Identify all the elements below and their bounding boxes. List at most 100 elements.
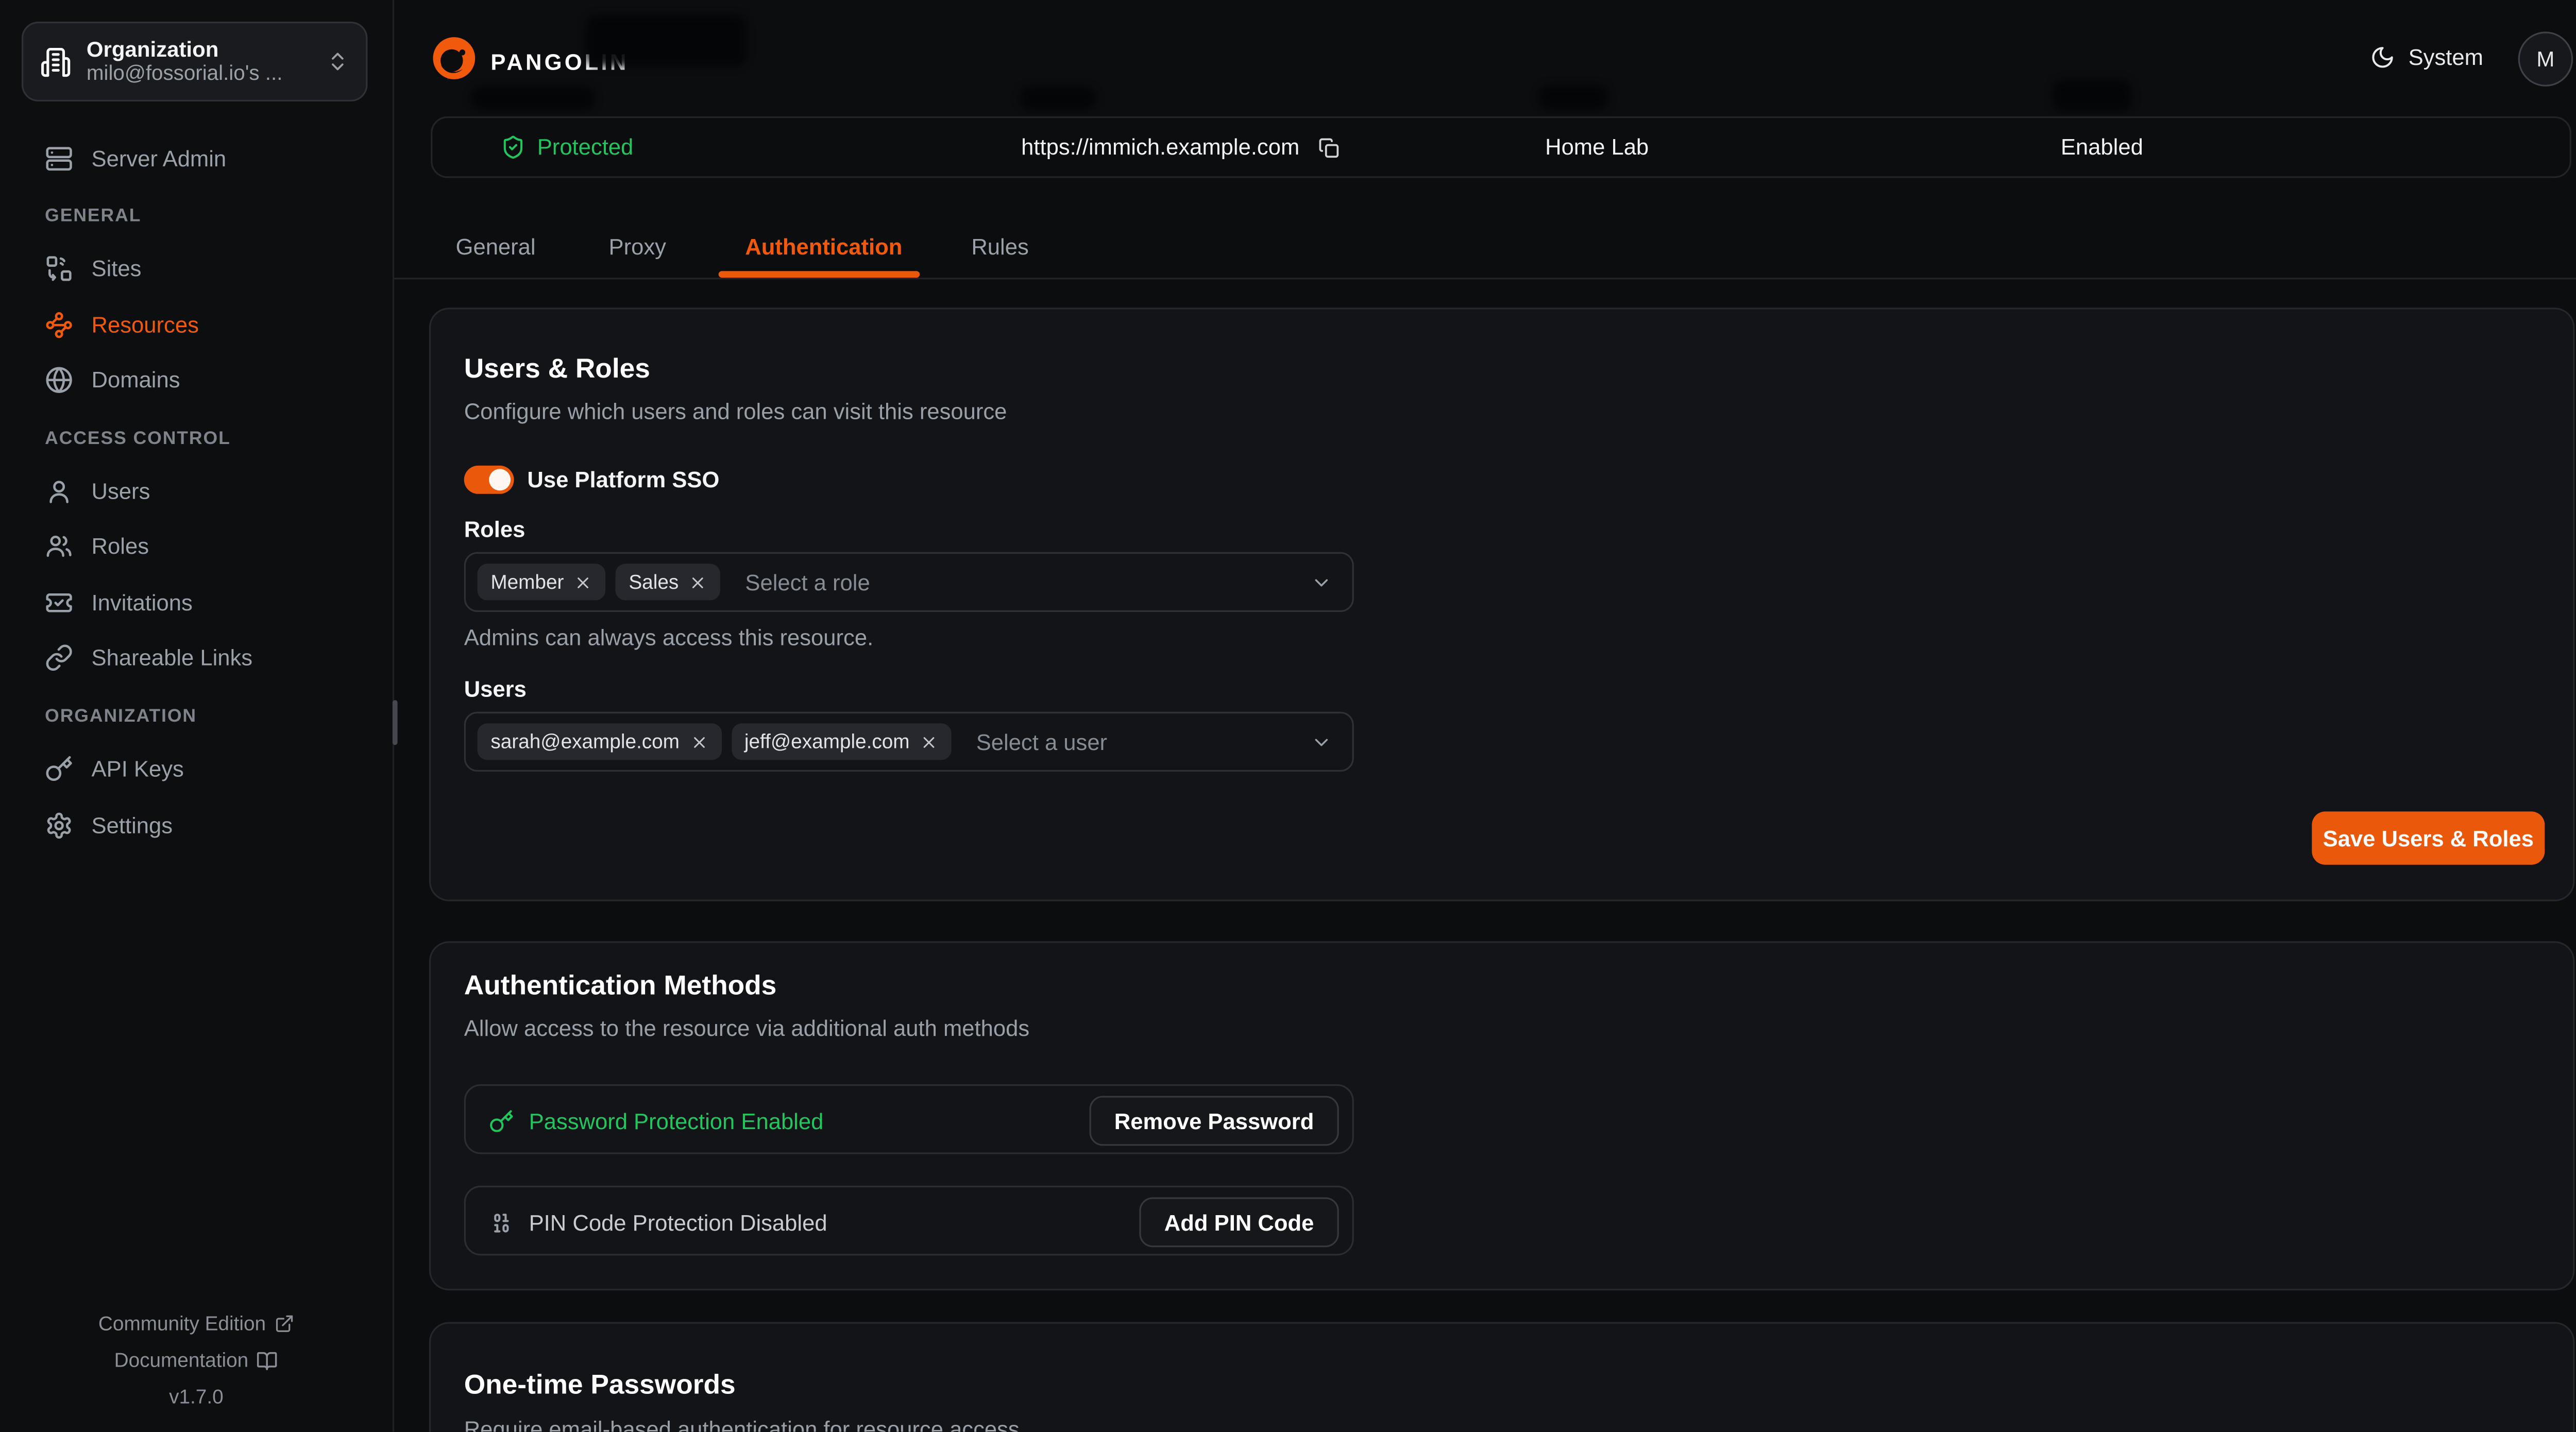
users-roles-card: Users & Roles Configure which users and … [429, 308, 2575, 901]
sidebar-item-server-admin[interactable]: Server Admin [22, 138, 372, 178]
sidebar-item-api-keys[interactable]: API Keys [22, 748, 372, 788]
remove-chip-icon[interactable] [689, 573, 707, 591]
password-protection-status: Password Protection Enabled [489, 1086, 823, 1156]
server-icon [45, 144, 73, 172]
copy-icon[interactable] [1318, 135, 1341, 159]
pin-code-row: PIN Code Protection Disabled Add PIN Cod… [464, 1186, 1354, 1256]
sidebar-item-roles[interactable]: Roles [22, 525, 372, 565]
pin-code-status: PIN Code Protection Disabled [489, 1187, 827, 1257]
version-label: v1.7.0 [0, 1385, 393, 1408]
remove-password-button[interactable]: Remove Password [1089, 1096, 1338, 1146]
redacted-resource-title [585, 15, 747, 66]
resource-url: https://immich.example.com [1021, 118, 1341, 176]
pangolin-logo-icon [429, 33, 479, 92]
user-chip: sarah@example.com [478, 723, 721, 760]
add-pin-code-button[interactable]: Add PIN Code [1139, 1197, 1338, 1247]
user-chip: jeff@example.com [731, 723, 951, 760]
sidebar-item-label: Domains [92, 367, 180, 391]
active-tab-indicator [719, 271, 920, 278]
ticket-check-icon [45, 588, 73, 616]
globe-icon [45, 365, 73, 394]
chevrons-up-down-icon [326, 50, 349, 73]
moon-icon [2370, 45, 2395, 70]
sidebar-item-label: Roles [92, 533, 149, 558]
platform-sso-label: Use Platform SSO [527, 467, 719, 492]
users-icon [45, 531, 73, 559]
building-icon [40, 46, 71, 77]
key-icon [45, 754, 73, 782]
password-protection-row: Password Protection Enabled Remove Passw… [464, 1084, 1354, 1154]
waypoints-icon [45, 310, 73, 338]
save-users-roles-button[interactable]: Save Users & Roles [2312, 811, 2545, 864]
book-open-icon [257, 1350, 278, 1371]
theme-toggle[interactable]: System [2370, 45, 2483, 70]
sidebar-item-invitations[interactable]: Invitations [22, 582, 372, 622]
protection-status: Protected [501, 118, 634, 176]
roles-select[interactable]: Member Sales Select a role [464, 552, 1354, 612]
org-switcher-value: milo@fossorial.io's ... [87, 61, 311, 86]
auth-methods-card: Authentication Methods Allow access to t… [429, 941, 2575, 1290]
user-avatar[interactable]: M [2518, 31, 2573, 87]
tab-general[interactable]: General [456, 234, 536, 259]
users-field-label: Users [464, 677, 527, 702]
card-title: Users & Roles [464, 354, 650, 386]
sidebar-item-settings[interactable]: Settings [22, 805, 372, 844]
shield-check-icon [501, 134, 526, 159]
sidebar-item-shareable-links[interactable]: Shareable Links [22, 637, 372, 676]
redacted-column-label [471, 87, 596, 110]
sidebar-section-general: GENERAL [45, 206, 141, 226]
redacted-column-label [2053, 80, 2132, 111]
user-icon [45, 476, 73, 505]
users-select[interactable]: sarah@example.com jeff@example.com Selec… [464, 712, 1354, 772]
sidebar-item-label: Resources [92, 312, 199, 336]
remove-chip-icon[interactable] [689, 732, 708, 751]
sidebar: Organization milo@fossorial.io's ... Ser… [0, 0, 394, 1432]
role-chip: Member [478, 564, 606, 600]
resource-info-strip: Protected https://immich.example.com Hom… [431, 116, 2571, 178]
binary-icon [489, 1210, 514, 1235]
key-icon [489, 1109, 514, 1133]
sidebar-item-label: Users [92, 478, 150, 503]
chevron-down-icon [1311, 731, 1332, 753]
redacted-column-label [1020, 87, 1096, 110]
remove-chip-icon[interactable] [574, 573, 592, 591]
tab-proxy[interactable]: Proxy [609, 234, 666, 259]
tab-authentication[interactable]: Authentication [745, 234, 902, 259]
sidebar-item-users[interactable]: Users [22, 471, 372, 510]
sidebar-item-sites[interactable]: Sites [22, 248, 372, 287]
sidebar-section-access-control: ACCESS CONTROL [45, 429, 231, 449]
sidebar-scrollbar-thumb[interactable] [393, 700, 398, 745]
roles-select-placeholder: Select a role [745, 570, 870, 594]
remove-chip-icon[interactable] [920, 732, 938, 751]
org-switcher[interactable]: Organization milo@fossorial.io's ... [22, 22, 367, 101]
combine-icon [45, 253, 73, 282]
documentation-link[interactable]: Documentation [0, 1349, 393, 1372]
sidebar-item-resources[interactable]: Resources [22, 304, 372, 344]
sidebar-item-label: API Keys [92, 756, 184, 780]
link-icon [45, 643, 73, 671]
card-description: Require email-based authentication for r… [464, 1417, 1020, 1432]
community-edition-link[interactable]: Community Edition [0, 1312, 393, 1335]
tab-rules[interactable]: Rules [971, 234, 1028, 259]
sidebar-item-label: Sites [92, 255, 142, 280]
platform-sso-toggle[interactable] [464, 466, 514, 494]
card-description: Configure which users and roles can visi… [464, 399, 1007, 424]
card-title: Authentication Methods [464, 971, 777, 1002]
card-description: Allow access to the resource via additio… [464, 1016, 1029, 1041]
admins-note: Admins can always access this resource. [464, 625, 874, 650]
sidebar-item-domains[interactable]: Domains [22, 359, 372, 399]
resource-enabled: Enabled [2061, 118, 2143, 176]
sidebar-item-label: Invitations [92, 589, 193, 614]
users-select-placeholder: Select a user [976, 729, 1107, 754]
sidebar-item-label: Settings [92, 812, 173, 837]
card-title: One-time Passwords [464, 1370, 736, 1402]
app-window: Organization milo@fossorial.io's ... Ser… [0, 0, 2576, 1432]
role-chip: Sales [616, 564, 720, 600]
gear-icon [45, 811, 73, 839]
sidebar-item-label: Shareable Links [92, 644, 253, 669]
org-switcher-label: Organization [87, 37, 311, 61]
roles-field-label: Roles [464, 517, 526, 542]
otp-card: One-time Passwords Require email-based a… [429, 1322, 2575, 1431]
external-link-icon [274, 1314, 294, 1334]
resource-site: Home Lab [1545, 118, 1649, 176]
